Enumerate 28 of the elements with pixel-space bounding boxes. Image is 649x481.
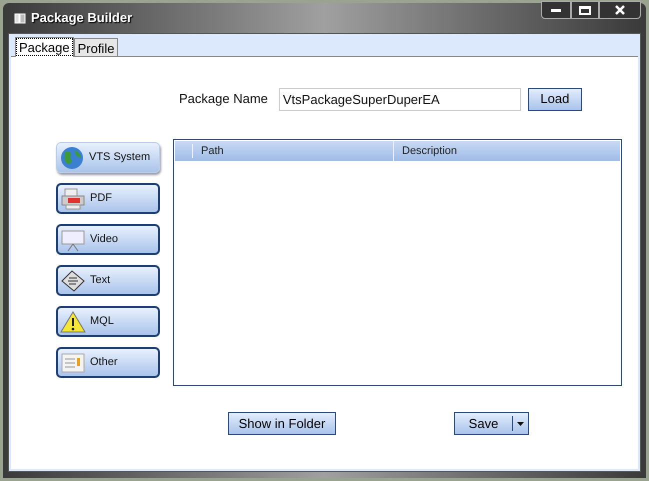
category-button[interactable]: MQL bbox=[56, 306, 160, 337]
category-button[interactable]: Video bbox=[56, 224, 160, 255]
save-button[interactable]: Save bbox=[454, 412, 529, 435]
package-name-field[interactable]: VtsPackageSuperDuperEA bbox=[278, 88, 521, 110]
list-icon bbox=[60, 350, 86, 374]
document-icon bbox=[60, 268, 86, 292]
tab[interactable]: Profile bbox=[74, 38, 118, 56]
window-title: Package Builder bbox=[31, 9, 132, 28]
printer-icon bbox=[60, 186, 86, 210]
field-label: Package Name bbox=[179, 90, 268, 108]
close-icon bbox=[615, 5, 625, 15]
warning-icon bbox=[60, 310, 86, 334]
column-header[interactable]: Description bbox=[394, 141, 620, 161]
show-in-folder-button[interactable]: Show in Folder bbox=[228, 412, 336, 435]
category-button[interactable]: Text bbox=[56, 265, 160, 296]
globe-icon bbox=[59, 146, 85, 170]
close-button[interactable] bbox=[599, 1, 641, 19]
load-button[interactable]: Load bbox=[528, 88, 582, 110]
caret-icon bbox=[517, 422, 524, 426]
category-button[interactable]: PDF bbox=[56, 183, 160, 214]
projector-screen-icon bbox=[60, 228, 86, 252]
maximize-button[interactable] bbox=[571, 1, 599, 19]
category-button[interactable]: VTS System bbox=[56, 142, 160, 173]
tab[interactable]: Package bbox=[15, 37, 74, 57]
minimize-button[interactable] bbox=[541, 1, 571, 19]
column-header[interactable]: Path bbox=[193, 141, 394, 161]
category-button[interactable]: Other bbox=[56, 347, 160, 378]
boxes-icon bbox=[14, 12, 26, 24]
